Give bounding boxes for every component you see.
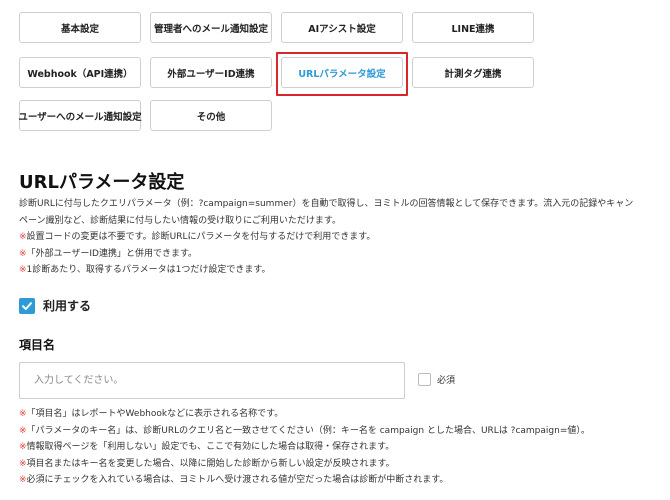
tab-webhook[interactable]: Webhook（API連携）: [19, 57, 141, 88]
note-mark: ※: [19, 425, 27, 436]
note-mark: ※: [19, 458, 27, 469]
tab-label: 計測タグ連携: [444, 68, 502, 80]
note-line: ※情報取得ページを「利用しない」設定でも、ここで有効にした場合は取得・保存されま…: [19, 439, 664, 456]
note-mark: ※: [19, 442, 27, 452]
tab-user-mail[interactable]: ユーザーへのメール通知設定: [18, 100, 142, 131]
note-text: 必須にチェックを入れている場合は、ヨミトルへ受け渡される値が空だった場合は診断が…: [26, 475, 449, 485]
description-line: 診断URLに付与したクエリパラメータ（例：?campaign=summer）を自…: [19, 199, 634, 209]
note-mark: ※: [19, 232, 27, 242]
required-checkbox[interactable]: [418, 373, 431, 386]
enable-checkbox-row[interactable]: 利用する: [19, 297, 91, 314]
tab-admin-mail[interactable]: 管理者へのメール通知設定: [150, 12, 272, 43]
note-mark: ※: [19, 248, 27, 259]
note-mark: ※: [19, 409, 27, 419]
tab-measurement-tag[interactable]: 計測タグ連携: [412, 57, 534, 88]
tab-basic-settings[interactable]: 基本設定: [19, 12, 141, 43]
active-tab-highlight: [276, 52, 408, 96]
note-mark: ※: [19, 475, 27, 485]
tab-label: 管理者へのメール通知設定: [153, 23, 268, 35]
note-text: 情報取得ページを「利用しない」設定でも、ここで有効にした場合は取得・保存されます…: [26, 442, 395, 452]
tab-label: LINE連携: [451, 23, 495, 35]
note-text: 設置コードの変更は不要です。診断URLにパラメータを付与するだけで利用できます。: [26, 232, 376, 242]
required-checkbox-row[interactable]: 必須: [418, 373, 455, 386]
note-line: ※「項目名」はレポートやWebhookなどに表示される名称です。: [19, 406, 664, 423]
tab-label: Webhook（API連携）: [27, 68, 133, 80]
item-name-input[interactable]: [19, 362, 405, 399]
note-text: 「パラメータのキー名」は、診断URLのクエリ名と一致させてください（例：キー名を…: [26, 425, 590, 436]
description-line: ペーン識別など、診断結果に付与したい情報の受け取りにご利用いただけます。: [19, 215, 342, 226]
tab-label: AIアシスト設定: [308, 23, 376, 35]
note-line: ※「パラメータのキー名」は、診断URLのクエリ名と一致させてください（例：キー名…: [19, 423, 664, 440]
note-text: 「項目名」はレポートやWebhookなどに表示される名称です。: [26, 409, 284, 419]
check-icon: [22, 301, 32, 310]
note-line: ※項目名またはキー名を変更した場合、以降に開始した診断から新しい設定が反映されま…: [19, 456, 664, 473]
note-line: ※1診断あたり、取得するパラメータは1つだけ設定できます。: [19, 262, 664, 279]
note-text: 「外部ユーザーID連携」と併用できます。: [26, 248, 198, 259]
field-notes: ※「項目名」はレポートやWebhookなどに表示される名称です。 ※「パラメータ…: [19, 406, 664, 489]
enable-checkbox[interactable]: [19, 297, 35, 314]
note-line: ※設置コードの変更は不要です。診断URLにパラメータを付与するだけで利用できます…: [19, 229, 664, 246]
required-checkbox-label: 必須: [437, 376, 456, 386]
tab-label: その他: [196, 111, 226, 123]
section-title: URLパラメータ設定: [19, 172, 185, 193]
tab-label: 外部ユーザーID連携: [167, 68, 255, 80]
note-text: 1診断あたり、取得するパラメータは1つだけ設定できます。: [26, 265, 271, 275]
tab-line[interactable]: LINE連携: [412, 12, 534, 43]
note-mark: ※: [19, 265, 27, 275]
note-line: ※「外部ユーザーID連携」と併用できます。: [19, 246, 664, 263]
tab-ai-assist[interactable]: AIアシスト設定: [281, 12, 403, 43]
note-text: 項目名またはキー名を変更した場合、以降に開始した診断から新しい設定が反映されます…: [26, 458, 395, 469]
enable-checkbox-label: 利用する: [43, 299, 92, 313]
tab-label: 基本設定: [60, 23, 99, 35]
tab-label: ユーザーへのメール通知設定: [18, 111, 142, 123]
note-line: ※必須にチェックを入れている場合は、ヨミトルへ受け渡される値が空だった場合は診断…: [19, 472, 664, 489]
tab-external-user-id[interactable]: 外部ユーザーID連携: [150, 57, 272, 88]
item-name-label: 項目名: [19, 338, 56, 352]
tab-other[interactable]: その他: [150, 100, 272, 131]
section-description: 診断URLに付与したクエリパラメータ（例：?campaign=summer）を自…: [19, 196, 664, 279]
